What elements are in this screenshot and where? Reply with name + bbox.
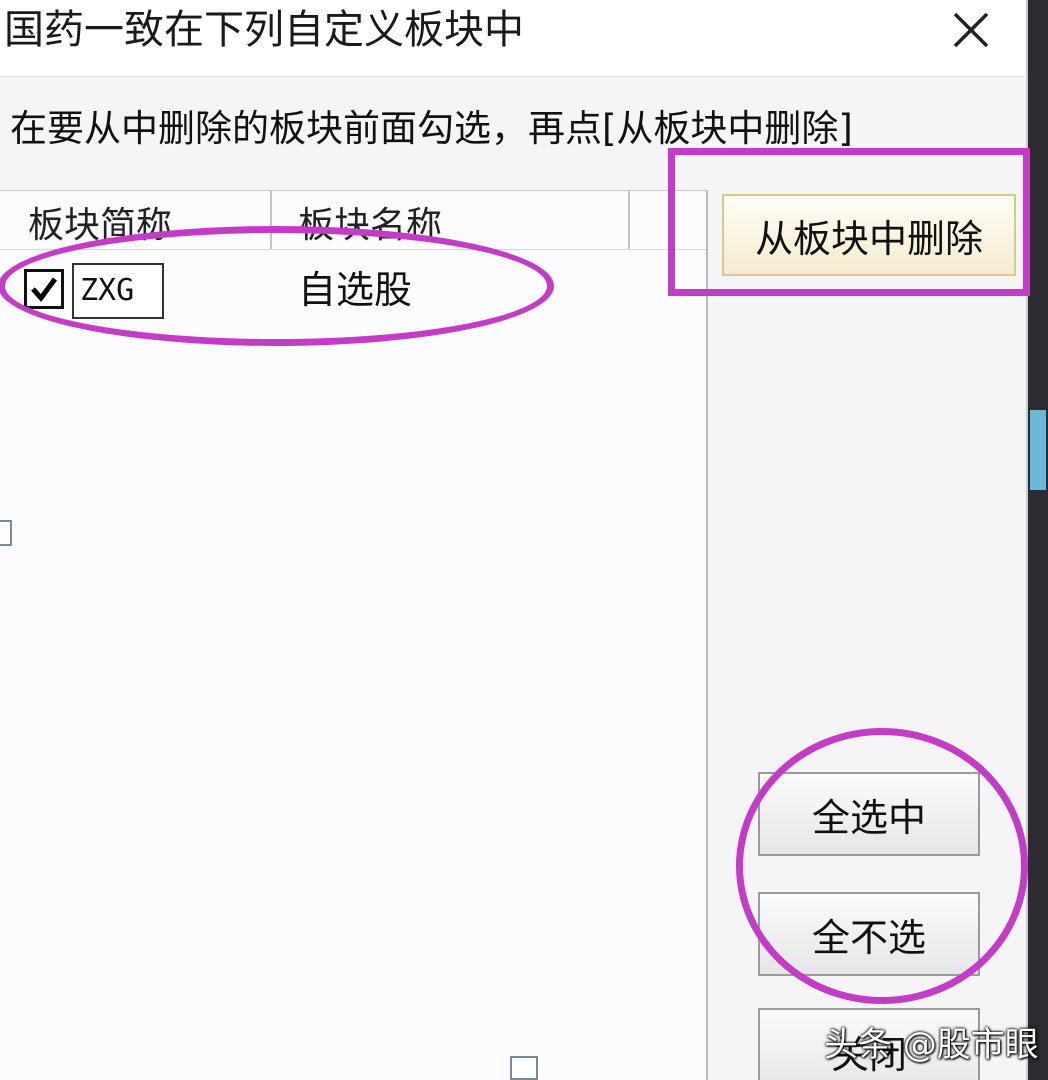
column-header-extra[interactable] <box>630 191 704 249</box>
background-window-edge <box>1028 0 1048 1080</box>
row-checkbox[interactable] <box>24 269 64 309</box>
dialog-titlebar: 国药一致在下列自定义板块中 <box>0 0 1026 77</box>
instruction-text: 在要从中删除的板块前面勾选，再点[从板块中删除] <box>10 107 853 150</box>
close-icon[interactable] <box>936 0 1006 60</box>
checkmark-icon <box>31 277 58 302</box>
select-none-button[interactable]: 全不选 <box>758 892 980 976</box>
block-list[interactable]: 板块简称 板块名称 ZXG 自选股 <box>0 190 708 1080</box>
resize-handle-bottom[interactable] <box>510 1056 538 1080</box>
delete-from-block-button[interactable]: 从板块中删除 <box>722 194 1016 276</box>
background-window-tab <box>1030 410 1046 490</box>
remove-from-block-dialog: 国药一致在下列自定义板块中 在要从中删除的板块前面勾选，再点[从板块中删除] 板… <box>0 0 1028 1080</box>
list-header: 板块简称 板块名称 <box>0 191 706 250</box>
column-header-full-name[interactable]: 板块名称 <box>272 191 630 249</box>
resize-handle-left[interactable] <box>0 520 12 546</box>
screen: 国药一致在下列自定义板块中 在要从中删除的板块前面勾选，再点[从板块中删除] 板… <box>0 0 1048 1080</box>
block-name-cell: 自选股 <box>298 268 413 312</box>
block-code-cell: ZXG <box>72 263 164 319</box>
list-item[interactable]: ZXG 自选股 <box>0 259 700 321</box>
watermark-text: 头条 @股市眼 <box>824 1025 1039 1065</box>
select-all-button[interactable]: 全选中 <box>758 772 980 856</box>
dialog-title: 国药一致在下列自定义板块中 <box>4 7 524 53</box>
column-header-short-name[interactable]: 板块简称 <box>0 191 272 249</box>
